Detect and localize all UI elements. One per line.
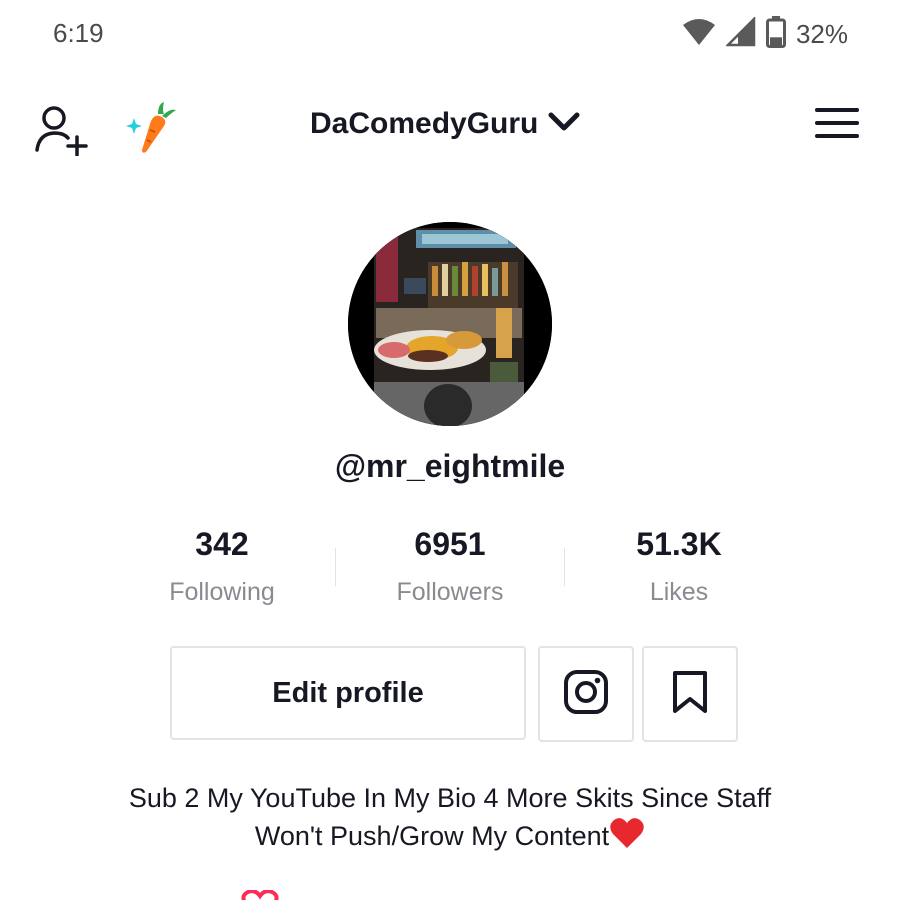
battery-icon <box>765 15 786 53</box>
stat-divider <box>335 548 336 586</box>
profile-username: @mr_eightmile <box>334 448 566 484</box>
red-heart-icon <box>609 817 645 859</box>
stat-followers[interactable]: 6951 Followers <box>350 526 550 607</box>
profile-header: DaComedyGuru <box>0 90 900 160</box>
status-bar: 6:19 32% <box>0 0 900 68</box>
favorites-button[interactable] <box>642 646 738 742</box>
add-friend-icon <box>32 106 90 160</box>
cell-signal-icon <box>724 15 756 52</box>
stat-value: 51.3K <box>636 526 722 562</box>
carrot-sparkle-icon <box>120 102 178 158</box>
add-friend-button[interactable] <box>32 98 90 157</box>
profile-photo <box>348 222 552 426</box>
bio-line-1: Sub 2 My YouTube In My Bio 4 More Skits … <box>128 783 772 813</box>
profile-bio: Sub 2 My YouTube In My Bio 4 More Skits … <box>0 780 900 859</box>
edit-profile-button[interactable]: Edit profile <box>170 646 526 740</box>
profile-avatar[interactable] <box>348 222 552 426</box>
link-heart-icon <box>240 888 280 900</box>
stat-label: Likes <box>649 578 709 606</box>
stat-divider <box>564 548 565 586</box>
stat-following[interactable]: 342 Following <box>122 526 322 607</box>
instagram-button[interactable] <box>538 646 634 742</box>
bio-line-2-text: Won't Push/Grow My Content <box>254 821 610 851</box>
wifi-icon <box>682 18 716 51</box>
stat-likes[interactable]: 51.3K Likes <box>579 526 779 607</box>
bookmark-icon <box>671 670 709 719</box>
profile-screen: 6:19 32% DaComedyGuru @mr_eightmile 342 … <box>0 0 900 900</box>
account-name: DaComedyGuru <box>310 107 539 140</box>
stat-label: Followers <box>396 578 504 606</box>
bio-line-2: Won't Push/Grow My Content <box>0 817 900 859</box>
chevron-down-icon <box>548 111 580 138</box>
battery-percent: 32% <box>795 18 848 49</box>
status-time: 6:19 <box>53 18 104 48</box>
stat-label: Following <box>169 578 275 606</box>
bio-link-row[interactable] <box>240 888 280 900</box>
menu-button[interactable] <box>814 102 864 150</box>
status-icons: 32% <box>682 14 848 54</box>
stat-value: 6951 <box>414 526 486 562</box>
hamburger-menu-icon <box>814 108 860 146</box>
stat-value: 342 <box>195 526 249 562</box>
instagram-icon <box>563 669 609 720</box>
creator-tools-button[interactable] <box>120 96 178 154</box>
account-switcher[interactable]: DaComedyGuru <box>310 104 580 144</box>
